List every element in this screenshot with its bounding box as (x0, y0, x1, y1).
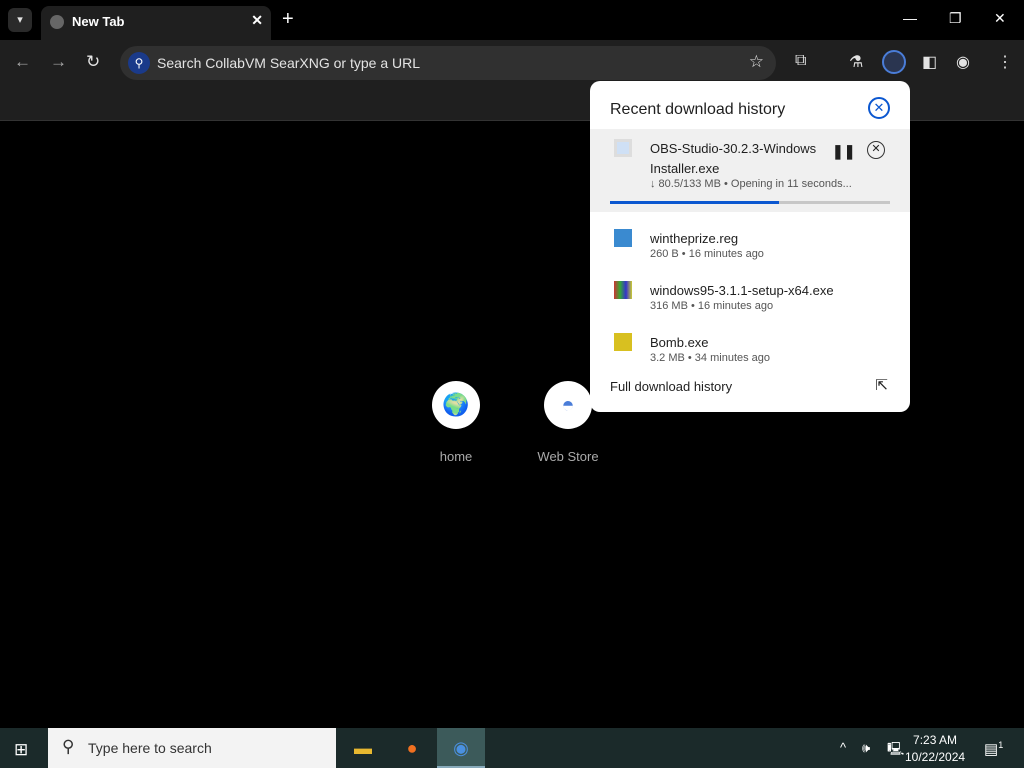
toolbar: ← → ↻ ⚲ Search CollabVM SearXNG or type … (0, 40, 1024, 86)
back-button[interactable]: ← (14, 52, 31, 72)
reload-button[interactable]: ↻ (86, 52, 100, 72)
address-placeholder: Search CollabVM SearXNG or type a URL (157, 55, 420, 71)
download-item[interactable]: windows95-3.1.1-setup-x64.exe 316 MB • 1… (590, 271, 910, 323)
forward-button[interactable]: → (50, 52, 67, 72)
notification-count: 1 (998, 740, 1004, 750)
download-progress-bar (610, 201, 890, 204)
tab-strip: ▾ New Tab ✕ + — ❐ ✕ (0, 0, 1024, 40)
shortcut-home[interactable]: 🌍 home (411, 381, 501, 464)
download-item[interactable]: wintheprize.reg 260 B • 16 minutes ago (590, 219, 910, 271)
taskbar-search[interactable]: ⚲ Type here to search (48, 728, 336, 768)
labs-flask-icon[interactable]: ⚗ (849, 52, 863, 72)
profile-icon[interactable]: ◉ (956, 52, 970, 72)
address-bar[interactable]: ⚲ Search CollabVM SearXNG or type a URL … (120, 46, 776, 80)
tab-search-button[interactable]: ▾ (8, 8, 32, 32)
restore-button[interactable]: ❐ (949, 10, 962, 27)
file-explorer-icon[interactable]: ▬ (339, 728, 387, 768)
tab-favicon-icon (50, 15, 64, 29)
panel-title: Recent download history (610, 101, 786, 118)
download-meta: 3.2 MB • 34 minutes ago (650, 352, 771, 364)
notifications-icon[interactable]: ▤1 (984, 740, 1003, 758)
firefox-icon[interactable]: ● (388, 728, 436, 768)
download-name: OBS-Studio-30.2.3-Windows Installer.exe (650, 141, 817, 176)
volume-icon[interactable]: 🕪 (862, 740, 870, 756)
search-icon: ⚲ (62, 737, 75, 756)
progress-fill (610, 201, 780, 204)
shortcut-label: home (439, 449, 473, 464)
download-name: windows95-3.1.1-setup-x64.exe (650, 283, 834, 298)
minimize-button[interactable]: — (903, 10, 917, 26)
download-item[interactable]: Bomb.exe 3.2 MB • 34 minutes ago (590, 323, 910, 375)
download-meta: 316 MB • 16 minutes ago (650, 300, 774, 312)
menu-icon[interactable]: ⋮ (997, 52, 1013, 72)
time: 7:23 AM (913, 733, 958, 747)
download-history-panel: Recent download history ✕ OBS-Studio-30.… (590, 81, 910, 412)
close-panel-button[interactable]: ✕ (868, 97, 890, 119)
new-tab-button[interactable]: + (282, 8, 294, 31)
full-download-history-link[interactable]: Full download history (610, 379, 732, 394)
download-name: Bomb.exe (650, 335, 709, 350)
download-status: ↓ 80.5/133 MB • Opening in 11 seconds... (650, 178, 852, 190)
downloads-icon[interactable] (882, 50, 906, 74)
windows-start-icon[interactable]: ⊞ (14, 740, 28, 760)
tab-new-tab[interactable]: New Tab ✕ (41, 6, 271, 40)
close-window-button[interactable]: ✕ (994, 10, 1006, 27)
close-tab-icon[interactable]: ✕ (251, 12, 263, 29)
registry-file-icon (614, 229, 632, 247)
taskbar: ⊞ ⚲ Type here to search ▬ ● ◉ ^ 🕪 🖳 7:23… (0, 728, 1024, 768)
open-external-icon[interactable]: ⇱ (875, 376, 888, 394)
download-meta: 260 B • 16 minutes ago (650, 248, 764, 260)
web-store-icon: ◓ (544, 381, 592, 429)
shortcut-label: Web Store (537, 449, 599, 464)
side-panel-icon[interactable]: ◧ (922, 52, 937, 72)
cancel-download-button[interactable]: ✕ (867, 141, 885, 159)
globe-icon: 🌍 (432, 381, 480, 429)
search-icon: ⚲ (128, 52, 150, 74)
chrome-icon[interactable]: ◉ (437, 728, 485, 768)
tab-title: New Tab (72, 14, 125, 29)
bomb-app-icon (614, 333, 632, 351)
installer-file-icon (614, 139, 632, 157)
windows-app-icon (614, 281, 632, 299)
show-hidden-icons[interactable]: ^ (840, 740, 846, 755)
pause-button[interactable]: ❚❚ (832, 143, 855, 160)
clock[interactable]: 7:23 AM 10/22/2024 (905, 732, 965, 766)
search-placeholder: Type here to search (88, 740, 212, 756)
network-icon[interactable]: 🖳 (887, 740, 904, 762)
date: 10/22/2024 (905, 750, 966, 764)
download-name: wintheprize.reg (650, 231, 739, 246)
extensions-icon[interactable]: ⧉ (795, 52, 806, 70)
download-item[interactable]: OBS-Studio-30.2.3-Windows Installer.exe … (590, 129, 910, 212)
bookmark-star-icon[interactable]: ☆ (749, 52, 764, 72)
